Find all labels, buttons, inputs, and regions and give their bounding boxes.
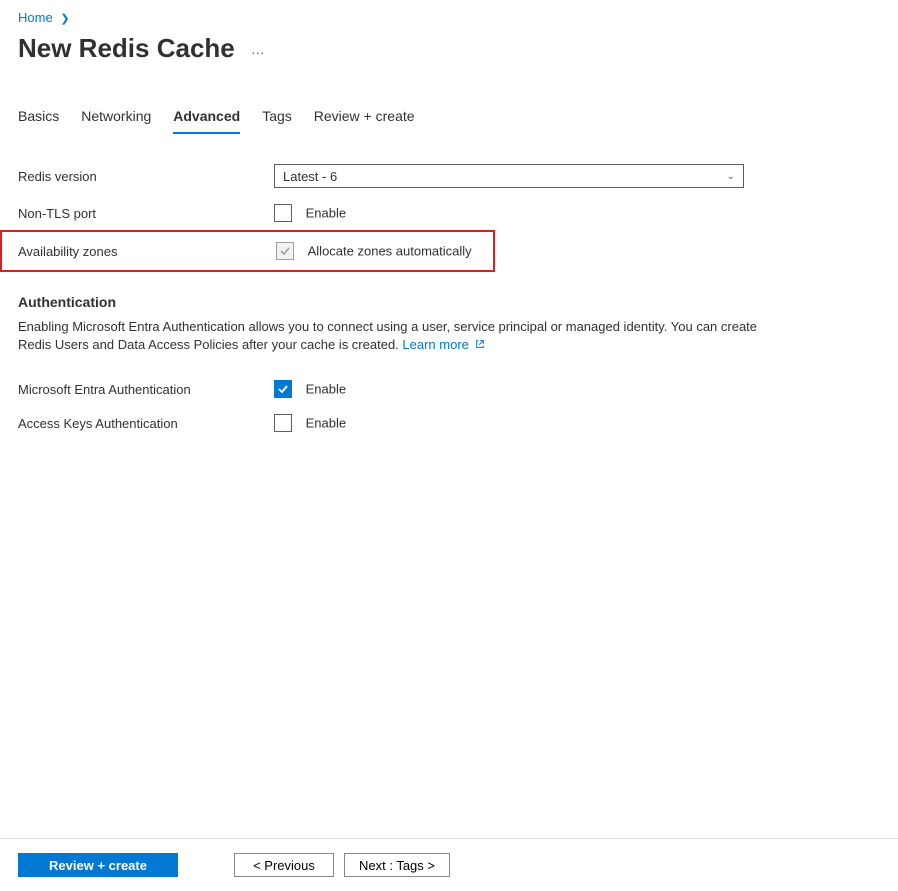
- access-keys-enable-label: Enable: [306, 416, 346, 431]
- chevron-right-icon: ❯: [60, 13, 69, 25]
- footer-nav-buttons: < Previous Next : Tags >: [234, 853, 450, 877]
- footer: Review + create < Previous Next : Tags >: [0, 838, 898, 891]
- label-redis-version: Redis version: [18, 169, 274, 184]
- breadcrumb-home-link[interactable]: Home: [18, 10, 53, 25]
- label-access-keys-auth: Access Keys Authentication: [18, 416, 274, 431]
- tab-tags[interactable]: Tags: [262, 108, 292, 134]
- row-entra-auth: Microsoft Entra Authentication Enable: [18, 372, 880, 406]
- row-non-tls-port: Non-TLS port Enable: [18, 196, 880, 230]
- page-title: New Redis Cache: [18, 33, 235, 64]
- learn-more-link[interactable]: Learn more: [402, 337, 484, 352]
- breadcrumb: Home ❯: [0, 0, 898, 27]
- checkmark-icon: [279, 245, 291, 257]
- section-authentication-description: Enabling Microsoft Entra Authentication …: [18, 318, 758, 354]
- tab-advanced[interactable]: Advanced: [173, 108, 240, 134]
- entra-auth-enable-label: Enable: [306, 382, 346, 397]
- label-availability-zones: Availability zones: [18, 244, 276, 259]
- row-access-keys-auth: Access Keys Authentication Enable: [18, 406, 880, 440]
- auth-desc-text: Enabling Microsoft Entra Authentication …: [18, 319, 757, 352]
- tab-basics[interactable]: Basics: [18, 108, 59, 134]
- checkmark-icon: [277, 383, 289, 395]
- title-row: New Redis Cache …: [0, 27, 898, 74]
- label-entra-auth: Microsoft Entra Authentication: [18, 382, 274, 397]
- redis-version-select[interactable]: Latest - 6 ⌄: [274, 164, 744, 188]
- chevron-down-icon: ⌄: [727, 171, 735, 182]
- review-create-button[interactable]: Review + create: [18, 853, 178, 877]
- next-button[interactable]: Next : Tags >: [344, 853, 450, 877]
- entra-auth-enable-checkbox[interactable]: [274, 380, 292, 398]
- availability-zones-checkbox-label: Allocate zones automatically: [308, 244, 472, 259]
- section-authentication-header: Authentication: [18, 294, 880, 310]
- label-non-tls-port: Non-TLS port: [18, 206, 274, 221]
- non-tls-enable-label: Enable: [306, 206, 346, 221]
- more-actions-icon[interactable]: …: [251, 41, 267, 57]
- previous-button[interactable]: < Previous: [234, 853, 334, 877]
- row-availability-zones-highlighted: Availability zones Allocate zones automa…: [0, 230, 495, 272]
- main-content: Basics Networking Advanced Tags Review +…: [0, 74, 898, 440]
- redis-version-value: Latest - 6: [283, 169, 337, 184]
- row-redis-version: Redis version Latest - 6 ⌄: [18, 156, 880, 196]
- non-tls-enable-checkbox[interactable]: [274, 204, 292, 222]
- tabs: Basics Networking Advanced Tags Review +…: [18, 108, 880, 134]
- tab-review-create[interactable]: Review + create: [314, 108, 415, 134]
- external-link-icon: [475, 339, 485, 349]
- tab-networking[interactable]: Networking: [81, 108, 151, 134]
- access-keys-enable-checkbox[interactable]: [274, 414, 292, 432]
- availability-zones-checkbox: [276, 242, 294, 260]
- learn-more-text: Learn more: [402, 337, 468, 352]
